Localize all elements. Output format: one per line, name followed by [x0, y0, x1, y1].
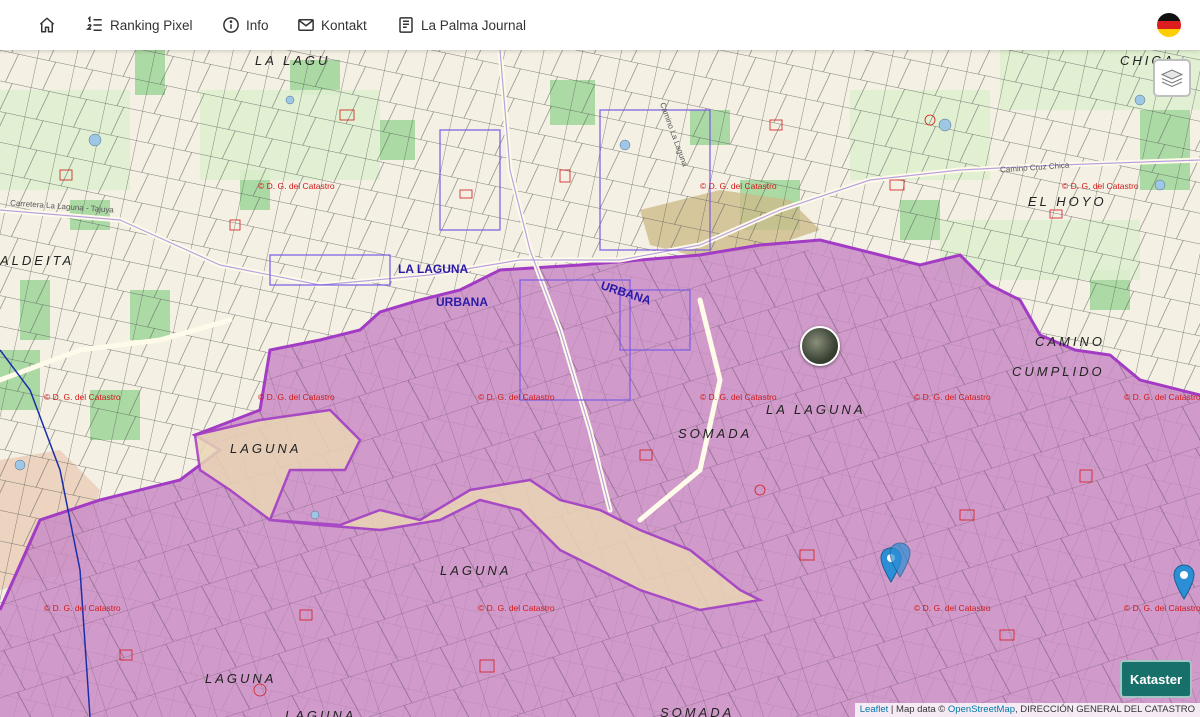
- nav-ranking-pixel[interactable]: Ranking Pixel: [86, 0, 193, 50]
- place-label: SOMADA: [678, 426, 753, 441]
- catastro-watermark: © D. G. del Catastro: [258, 392, 335, 402]
- place-label: LAGUNA: [440, 563, 512, 578]
- map-pin-icon[interactable]: [889, 542, 911, 578]
- catastro-watermark: © D. G. del Catastro: [700, 392, 777, 402]
- nav-home[interactable]: [38, 0, 56, 50]
- place-label: CUMPLIDO: [1012, 364, 1105, 379]
- map-tiles[interactable]: [0, 50, 1200, 717]
- catastro-watermark: © D. G. del Catastro: [258, 181, 335, 191]
- catastro-watermark: © D. G. del Catastro: [700, 181, 777, 191]
- attribution-catastro: , DIRECCIÓN GENERAL DEL CATASTRO: [1015, 704, 1195, 715]
- urban-label: LA LAGUNA: [398, 262, 469, 276]
- mail-icon: [298, 19, 314, 31]
- nav-kontakt[interactable]: Kontakt: [297, 0, 367, 50]
- german-flag-icon[interactable]: [1157, 13, 1181, 37]
- nav-ranking-label: Ranking Pixel: [110, 17, 193, 33]
- place-label: SOMADA: [660, 705, 735, 717]
- place-label: LAGUNA: [230, 441, 302, 456]
- place-label: ALDEITA: [0, 253, 75, 268]
- layers-button[interactable]: [1153, 59, 1191, 97]
- nav-la-palma-journal[interactable]: La Palma Journal: [397, 0, 526, 50]
- place-label: CAMINO: [1035, 334, 1105, 349]
- top-navigation: Ranking Pixel Info Kontakt La Palma Jour…: [0, 0, 1200, 50]
- catastro-watermark: © D. G. del Catastro: [478, 603, 555, 613]
- map-attribution: Leaflet | Map data © OpenStreetMap, DIRE…: [854, 703, 1200, 717]
- openstreetmap-link[interactable]: OpenStreetMap: [948, 704, 1015, 715]
- journal-icon: [399, 17, 413, 33]
- nav-info[interactable]: Info: [222, 0, 269, 50]
- home-icon: [39, 17, 55, 33]
- catastro-watermark: © D. G. del Catastro: [1124, 603, 1200, 613]
- map-pin-icon[interactable]: [1173, 564, 1195, 600]
- layers-icon: [1160, 69, 1184, 88]
- place-label: LA LAGU: [255, 53, 331, 68]
- urban-label: URBANA: [436, 295, 488, 309]
- cadastral-map[interactable]: LA LAGU CHICA EL HOYO ALDEITA LA LAGUNA …: [0, 50, 1200, 717]
- ranking-list-icon: [86, 16, 102, 31]
- place-label: LAGUNA: [205, 671, 277, 686]
- place-label: EL HOYO: [1028, 194, 1107, 209]
- nav-info-label: Info: [246, 17, 269, 33]
- catastro-watermark: © D. G. del Catastro: [478, 392, 555, 402]
- nav-kontakt-label: Kontakt: [321, 17, 367, 33]
- catastro-watermark: © D. G. del Catastro: [914, 603, 991, 613]
- place-label: LA LAGUNA: [766, 402, 866, 417]
- catastro-watermark: © D. G. del Catastro: [914, 392, 991, 402]
- leaflet-link[interactable]: Leaflet: [860, 704, 889, 715]
- catastro-watermark: © D. G. del Catastro: [44, 392, 121, 402]
- attribution-separator: | Map data ©: [888, 704, 948, 715]
- info-icon: [223, 17, 239, 33]
- catastro-watermark: © D. G. del Catastro: [44, 603, 121, 613]
- place-label: LAGUNA: [285, 708, 357, 717]
- photo-marker[interactable]: [800, 326, 840, 366]
- kataster-button[interactable]: Kataster: [1120, 660, 1192, 698]
- catastro-watermark: © D. G. del Catastro: [1062, 181, 1139, 191]
- nav-journal-label: La Palma Journal: [421, 17, 527, 33]
- catastro-watermark: © D. G. del Catastro: [1124, 392, 1200, 402]
